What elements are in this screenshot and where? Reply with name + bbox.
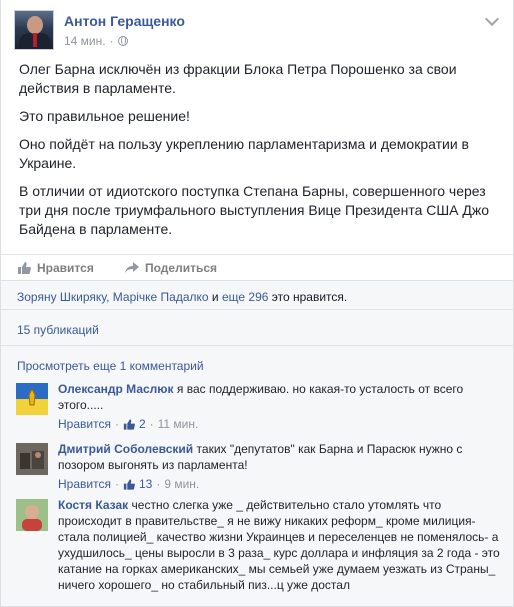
comment-time[interactable]: 11 мин. bbox=[158, 417, 199, 431]
post-body: Олег Барна исключён из фракции Блока Пет… bbox=[19, 60, 499, 248]
post-header: Антон Геращенко 14 мин. · bbox=[14, 10, 501, 54]
footer-separator: · bbox=[114, 477, 119, 491]
meta-separator: · bbox=[109, 34, 114, 48]
footer-separator: · bbox=[156, 477, 161, 491]
comment-text-block: Костя Казак честно слегка уже _ действит… bbox=[58, 497, 505, 593]
likes-and: и bbox=[208, 290, 222, 304]
comment-text-block: Олександр Маслюк я вас поддерживаю. но к… bbox=[58, 381, 505, 413]
view-more-row: Просмотреть еще 1 комментарий bbox=[1, 359, 513, 373]
comment-time[interactable]: 9 мин. bbox=[164, 477, 199, 491]
like-label: Нравится bbox=[37, 261, 94, 275]
post-paragraph: Это правильное решение! bbox=[19, 108, 190, 124]
commenter-avatar[interactable] bbox=[16, 383, 48, 415]
comment-body: честно слегка уже _ действительно стало … bbox=[58, 498, 500, 592]
likes-summary: Зоряну Шкиряку, Марічке Падалко и еще 29… bbox=[1, 281, 513, 310]
share-arrow-icon bbox=[125, 262, 139, 273]
comment-footer: Нравится · 2 · 11 мин. bbox=[58, 417, 198, 431]
comment-like-link[interactable]: Нравится bbox=[58, 477, 111, 491]
likes-suffix: это нравится. bbox=[268, 290, 348, 304]
commenter-name[interactable]: Олександр Маслюк bbox=[58, 382, 174, 396]
comment-like-count[interactable]: 2 bbox=[139, 417, 146, 431]
share-label: Поделиться bbox=[145, 261, 218, 275]
comment-like-link[interactable]: Нравится bbox=[58, 417, 111, 431]
post-time[interactable]: 14 мин. bbox=[64, 34, 106, 48]
commenter-avatar[interactable] bbox=[16, 499, 48, 531]
footer-separator: · bbox=[149, 417, 154, 431]
public-globe-icon bbox=[117, 36, 128, 46]
comment-item: Костя Казак честно слегка уже _ действит… bbox=[16, 497, 505, 606]
author-name[interactable]: Антон Геращенко bbox=[64, 13, 185, 29]
post-meta: 14 мин. · bbox=[64, 34, 128, 48]
post-paragraph: Олег Барна исключён из фракции Блока Пет… bbox=[19, 61, 457, 96]
like-count-icon bbox=[123, 418, 135, 430]
footer-separator: · bbox=[114, 417, 119, 431]
share-button[interactable]: Поделиться bbox=[125, 261, 217, 275]
likes-names[interactable]: Зоряну Шкиряку, Марічке Падалко bbox=[17, 290, 209, 304]
comment-footer: Нравится · 13 · 9 мин. bbox=[58, 477, 199, 491]
post-actions: Нравится Поделиться bbox=[1, 254, 513, 280]
likes-more-link[interactable]: еще 296 bbox=[222, 290, 268, 304]
post-paragraph: Оно пойдёт на пользу укреплению парламен… bbox=[19, 136, 469, 171]
commenter-avatar[interactable] bbox=[16, 443, 48, 475]
view-more-comments-link[interactable]: Просмотреть еще 1 комментарий bbox=[17, 359, 204, 373]
like-button[interactable]: Нравится bbox=[17, 261, 94, 275]
commenter-name[interactable]: Дмитрий Соболевский bbox=[58, 442, 193, 456]
social-section: Зоряну Шкиряку, Марічке Падалко и еще 29… bbox=[1, 280, 513, 606]
comment-item: Олександр Маслюк я вас поддерживаю. но к… bbox=[16, 381, 505, 433]
commenter-name[interactable]: Костя Казак bbox=[58, 498, 128, 512]
thumbs-up-icon bbox=[18, 262, 31, 274]
chevron-down-icon[interactable] bbox=[484, 11, 500, 27]
comment-like-count[interactable]: 13 bbox=[139, 477, 152, 491]
comment-text-block: Дмитрий Соболевский таких "депутатов" ка… bbox=[58, 441, 505, 473]
post-paragraph: В отличии от идиотского поступка Степана… bbox=[19, 183, 490, 237]
author-avatar[interactable] bbox=[14, 10, 54, 50]
facebook-post-card: Антон Геращенко 14 мин. · Олег Барна иск… bbox=[0, 0, 514, 607]
like-count-icon bbox=[123, 478, 135, 490]
shares-link[interactable]: 15 публикаций bbox=[17, 323, 99, 337]
shares-row: 15 публикаций bbox=[1, 310, 513, 346]
comment-item: Дмитрий Соболевский таких "депутатов" ка… bbox=[16, 441, 505, 493]
